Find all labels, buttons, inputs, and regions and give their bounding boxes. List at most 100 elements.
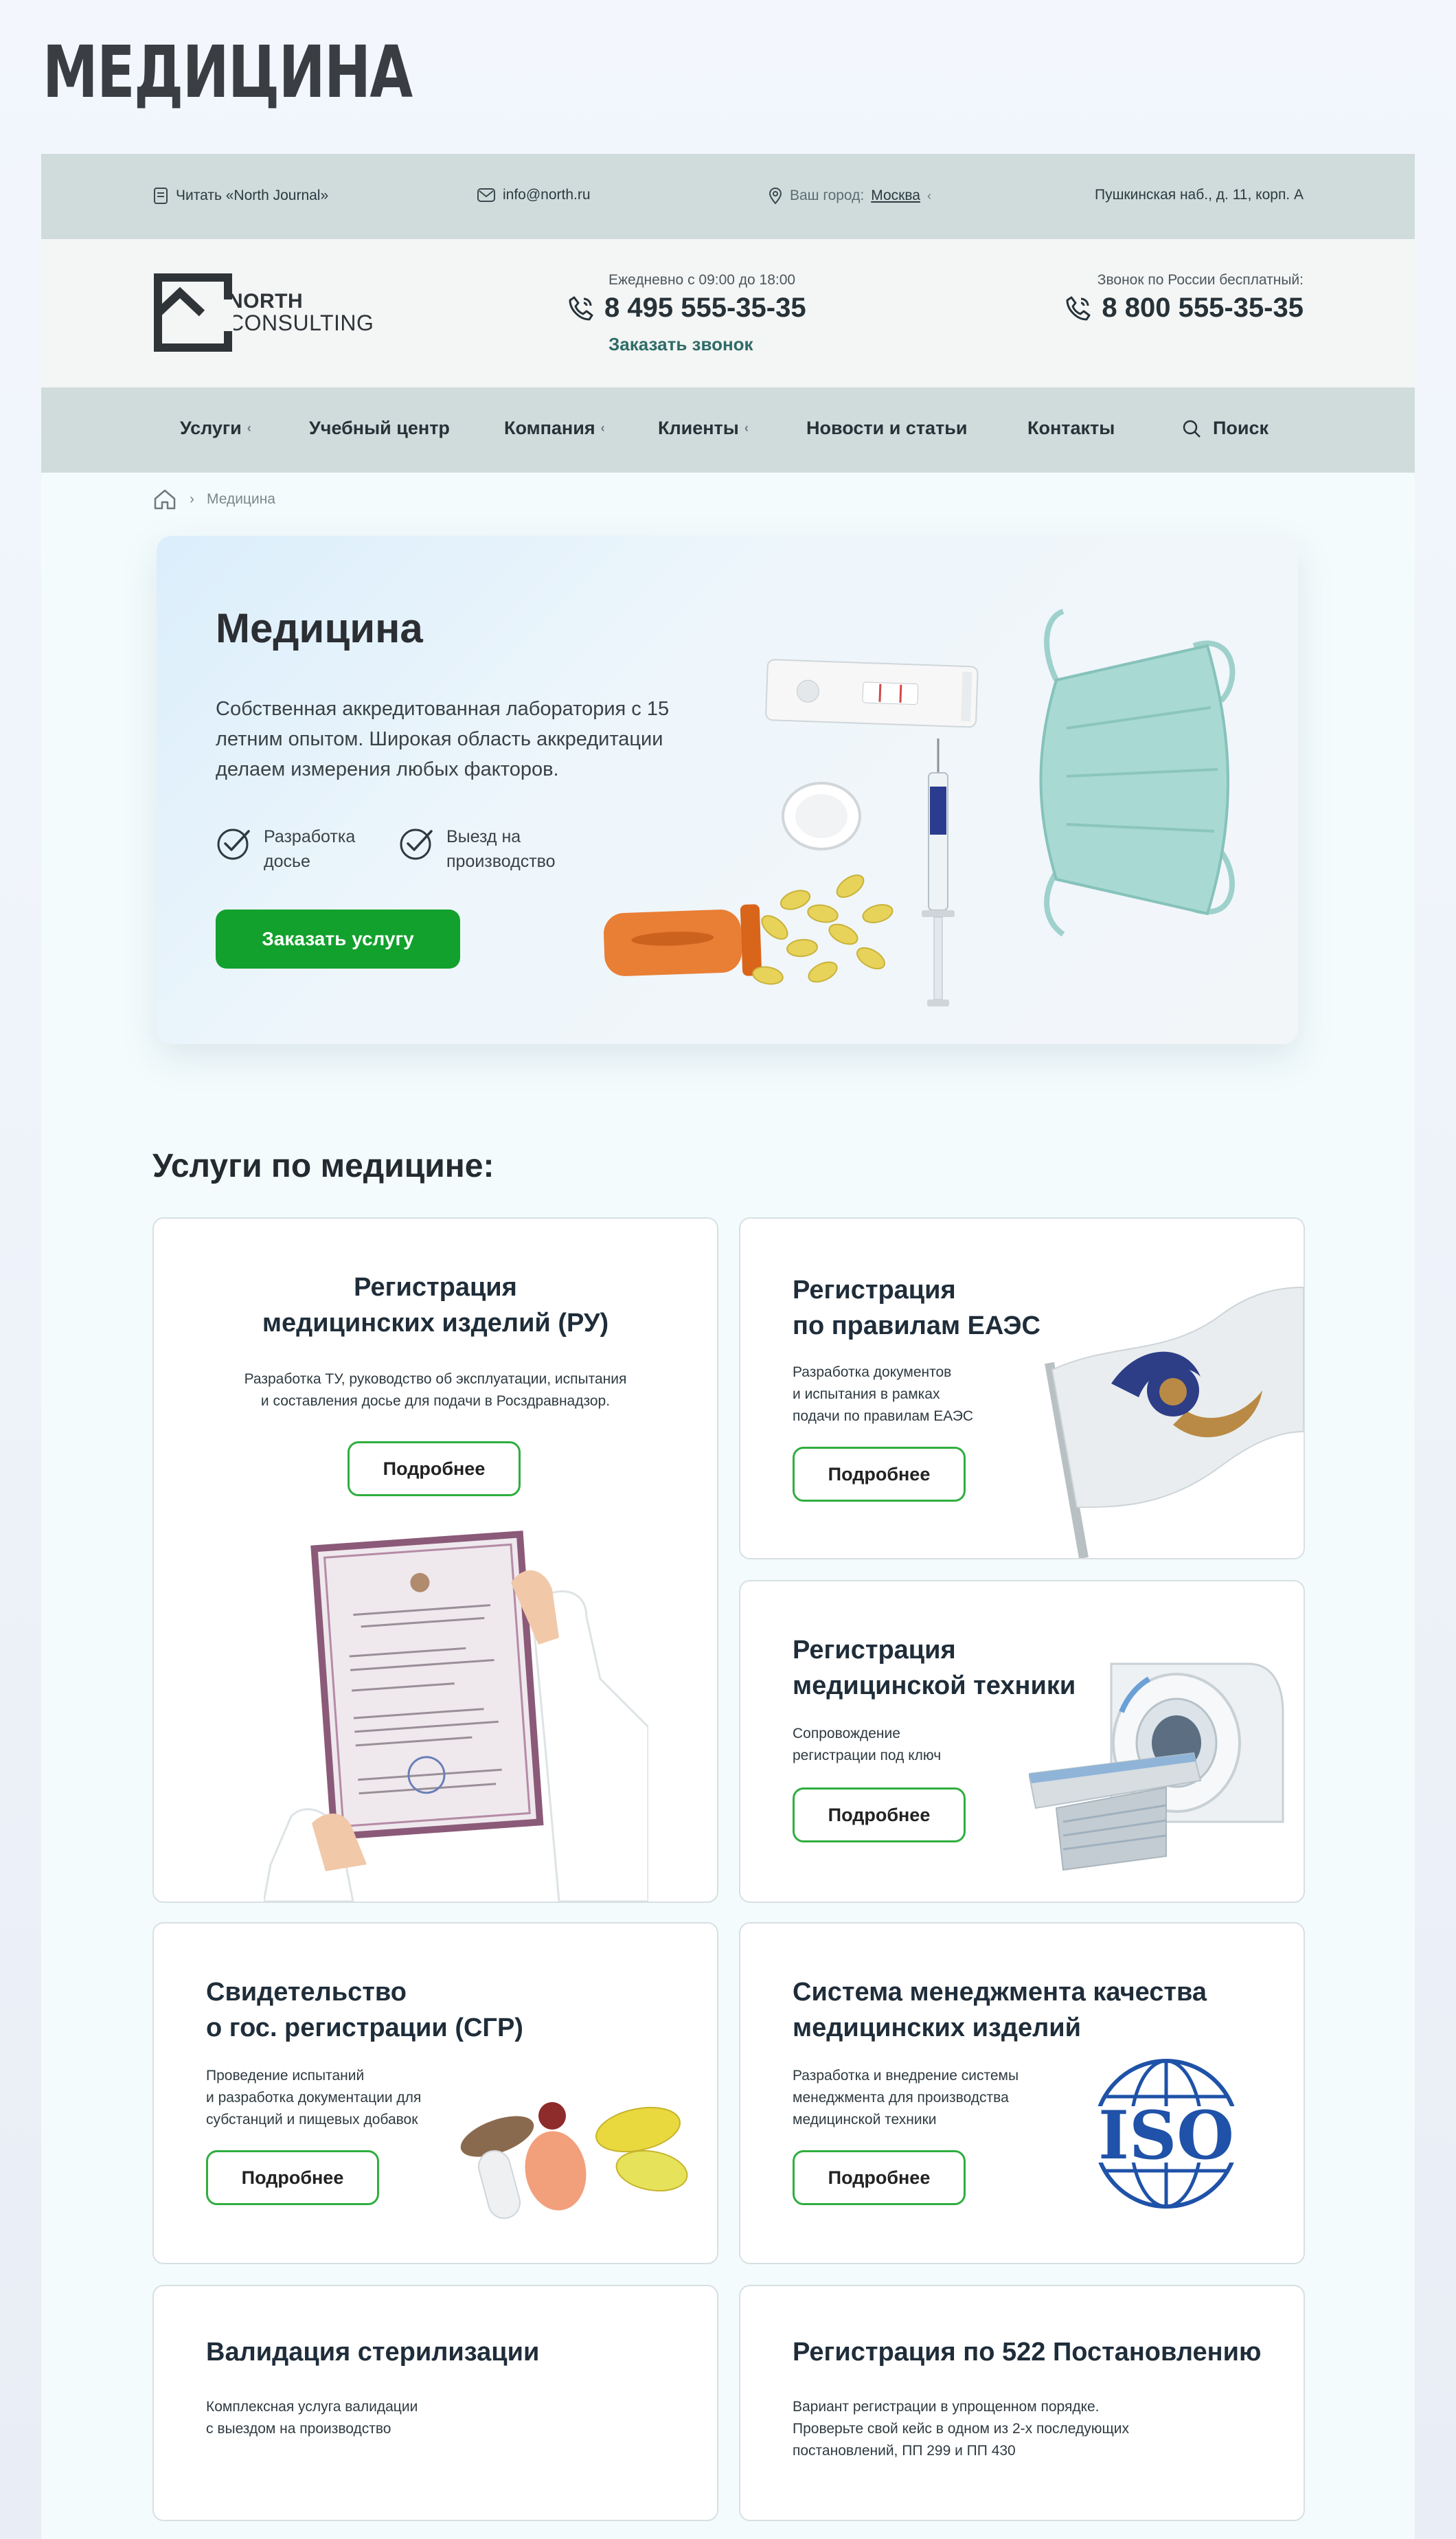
order-service-button[interactable]: Заказать услугу [216,910,460,969]
callback-link[interactable]: Заказать звонок [608,334,753,355]
logo-line2: CONSULTING [228,311,374,335]
card-title: Свидетельство о гос. регистрации (СГР) [206,1974,523,2046]
home-icon[interactable] [152,488,177,511]
card-desc-line: подачи по правилам ЕАЭС [793,1408,974,1424]
service-card-medical-equipment[interactable]: Регистрация медицинской техники Сопровож… [739,1580,1305,1903]
feature-text: производство [446,852,556,871]
location-pin-icon [769,188,782,205]
card-desc-line: Разработка документов [793,1364,952,1380]
card-desc-line: Проведение испытаний [206,2068,365,2084]
address: Пушкинская наб., д. 11, корп. А [1095,187,1304,203]
nav-label: Учебный центр [309,418,450,438]
chevron-icon: ‹ [926,188,931,203]
logo-mark-icon [152,272,234,353]
site-header: NORTH CONSULTING Ежедневно с 09:00 до 18… [41,239,1415,387]
card-desc-line: Сопровождение [793,1726,900,1741]
pills-image [460,2102,688,2220]
free-phone-number: 8 800 555-35-35 [1102,293,1304,323]
main-phone[interactable]: 8 495 555-35-35 [567,293,806,324]
card-title-line: Регистрация по 522 Постановлению [793,2338,1262,2367]
card-title: Валидация стерилизации [206,2334,539,2370]
chevron-icon: ‹ [744,421,749,435]
card-title-line: Регистрация [354,1273,517,1302]
nav-label: Услуги [180,418,242,438]
breadcrumb: › Медицина [152,488,275,511]
email-label: info@north.ru [503,187,591,203]
nav-item-company[interactable]: Компания ‹ [504,418,605,439]
service-card-522[interactable]: Регистрация по 522 Постановлению Вариант… [739,2285,1305,2521]
journal-link[interactable]: Читать «North Journal» [152,187,328,205]
card-title: Регистрация медицинских изделий (РУ) [154,1270,717,1341]
breadcrumb-current: Медицина [207,491,275,507]
document-icon [154,188,168,204]
service-card-eaeu[interactable]: Регистрация по правилам ЕАЭС Разработка … [739,1217,1305,1559]
nav-item-contacts[interactable]: Контакты [1027,418,1115,439]
more-button[interactable]: Подробнее [793,2150,966,2205]
nav-item-services[interactable]: Услуги ‹ [180,418,251,439]
card-desc-line: Вариант регистрации в упрощенном порядке… [793,2399,1100,2415]
nav-label: Компания [504,418,595,438]
card-desc-line: и составления досье для подачи в Росздра… [260,1393,611,1409]
phone-icon [569,296,593,320]
feature-text: Выезд на [446,827,521,846]
search-label: Поиск [1213,418,1269,438]
hero-title: Медицина [216,605,423,651]
service-card-qms[interactable]: Система менеджмента качества медицинских… [739,1922,1305,2264]
more-button[interactable]: Подробнее [793,1787,966,1842]
card-description: Комплексная услуга валидации с выездом н… [206,2396,418,2440]
nav-item-news[interactable]: Новости и статьи [806,418,967,439]
chevron-icon: ‹ [247,421,251,435]
card-desc-line: Комплексная услуга валидации [206,2399,418,2415]
card-description: Сопровождение регистрации под ключ [793,1723,941,1767]
nav-item-clients[interactable]: Клиенты ‹ [658,418,749,439]
card-description: Проведение испытаний и разработка докуме… [206,2065,421,2131]
nav-label: Контакты [1027,418,1115,438]
more-button[interactable]: Подробнее [348,1441,521,1496]
feature-dossier: Разработка досье [216,824,355,874]
main-phone-number: 8 495 555-35-35 [604,293,806,323]
presentation-title: МЕДИЦИНА [43,30,413,114]
logo[interactable]: NORTH CONSULTING [152,272,374,353]
eaeu-flag-image [1045,1286,1304,1558]
breadcrumb-separator-icon: › [190,491,194,507]
service-card-sgr[interactable]: Свидетельство о гос. регистрации (СГР) П… [152,1922,718,2264]
more-button[interactable]: Подробнее [793,1447,966,1502]
top-info-bar: Читать «North Journal» info@north.ru Ваш… [41,154,1415,239]
journal-link-label: Читать «North Journal» [176,188,329,203]
mri-scanner-image [1029,1662,1284,1871]
card-desc-line: регистрации под ключ [793,1748,942,1763]
card-desc-line: Разработка ТУ, руководство об эксплуатац… [244,1371,627,1387]
card-description: Вариант регистрации в упрощенном порядке… [793,2396,1129,2462]
city-value[interactable]: Москва [871,188,920,204]
nav-search[interactable]: Поиск [1181,418,1269,439]
card-title-line: Регистрация [793,1276,956,1305]
iso-logo: ISO [1070,2059,1262,2209]
phone-icon [1066,296,1091,320]
free-phone[interactable]: 8 800 555-35-35 [1065,293,1304,324]
card-desc-line: Разработка и внедрение системы [793,2068,1019,2084]
card-desc-line: медицинской техники [793,2112,937,2128]
service-card-medical-devices[interactable]: Регистрация медицинских изделий (РУ) Раз… [152,1217,718,1903]
card-description: Разработка ТУ, руководство об эксплуатац… [154,1368,717,1412]
card-title: Регистрация по 522 Постановлению [793,2334,1261,2370]
card-desc-line: и разработка документации для [206,2090,422,2106]
card-title-line: Свидетельство [206,1978,407,2007]
card-title-line: по правилам ЕАЭС [793,1311,1040,1340]
email-link[interactable]: info@north.ru [477,187,591,203]
services-title: Услуги по медицине: [152,1148,494,1184]
city-label: Ваш город: [790,188,865,203]
iso-label: ISO [1098,2097,1234,2174]
city-selector[interactable]: Ваш город: Москва ‹ [768,187,931,205]
card-description: Разработка документов и испытания в рамк… [793,1362,973,1428]
card-description: Разработка и внедрение системы менеджмен… [793,2065,1019,2131]
card-desc-line: субстанций и пищевых добавок [206,2112,418,2128]
card-title-line: медицинских изделий (РУ) [262,1309,609,1338]
service-card-sterilization[interactable]: Валидация стерилизации Комплексная услуг… [152,2285,718,2521]
free-call-label: Звонок по России бесплатный: [1097,272,1304,288]
more-button[interactable]: Подробнее [206,2150,379,2205]
feature-text: Разработка [264,827,356,846]
certificate-image [264,1531,648,1902]
nav-item-training[interactable]: Учебный центр [309,418,450,439]
site-frame: Читать «North Journal» info@north.ru Ваш… [41,154,1415,2539]
medical-supplies-image [604,609,1236,1006]
